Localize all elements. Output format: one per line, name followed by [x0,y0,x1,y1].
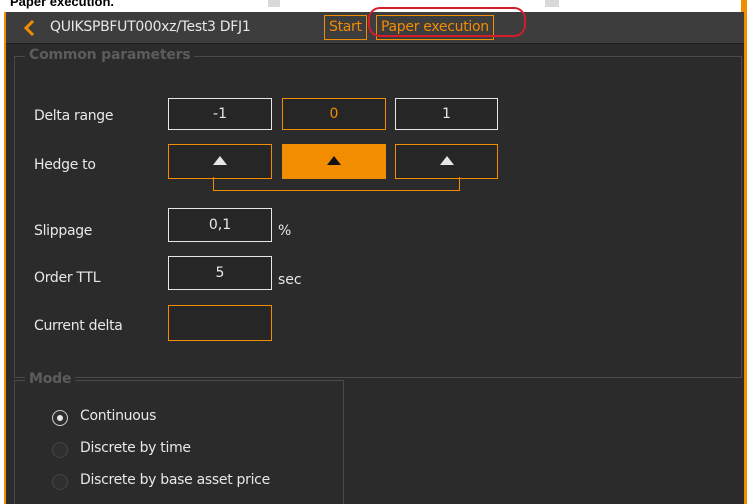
common-parameters-title: Common parameters [25,47,195,63]
strategy-panel: QUIKSPBFUT000xz/Test3 DFJ1 Start Paper e… [4,12,744,504]
delta-range-min[interactable]: -1 [168,98,272,130]
highlight-annotation [368,7,526,37]
order-ttl-unit: sec [278,272,302,288]
instrument-title: QUIKSPBFUT000xz/Test3 DFJ1 [50,19,251,35]
mode-discrete-time-label[interactable]: Discrete by time [80,440,191,456]
slippage-input[interactable]: 0,1 [168,208,272,242]
mode-continuous-label[interactable]: Continuous [80,408,156,424]
triangle-up-icon [213,156,227,165]
start-button[interactable]: Start [324,15,367,40]
hedge-range-bracket [213,177,460,191]
mode-discrete-price-label[interactable]: Discrete by base asset price [80,472,270,488]
chevron-left-icon[interactable] [22,19,38,37]
caption-text: Paper execution. [10,0,115,9]
order-ttl-label: Order TTL [34,270,101,286]
hedge-to-max-button[interactable] [395,144,498,179]
hedge-to-min-button[interactable] [168,144,272,179]
current-delta-field [168,305,272,341]
hedge-to-label: Hedge to [34,157,96,173]
delta-range-max[interactable]: 1 [395,98,498,130]
delta-range-label: Delta range [34,108,114,124]
current-delta-label: Current delta [34,318,123,334]
triangle-up-icon [327,156,341,165]
order-ttl-input[interactable]: 5 [168,256,272,290]
mode-title: Mode [25,371,76,387]
hedge-to-target-button[interactable] [282,144,386,179]
mode-discrete-price-radio[interactable] [52,474,68,490]
triangle-up-icon [439,156,454,165]
slippage-unit: % [278,223,292,239]
mode-discrete-time-radio[interactable] [52,442,68,458]
caption-mark [545,0,559,7]
delta-range-target[interactable]: 0 [282,98,386,130]
mode-continuous-radio[interactable] [52,410,68,426]
caption-mark [268,0,280,7]
slippage-label: Slippage [34,223,93,239]
